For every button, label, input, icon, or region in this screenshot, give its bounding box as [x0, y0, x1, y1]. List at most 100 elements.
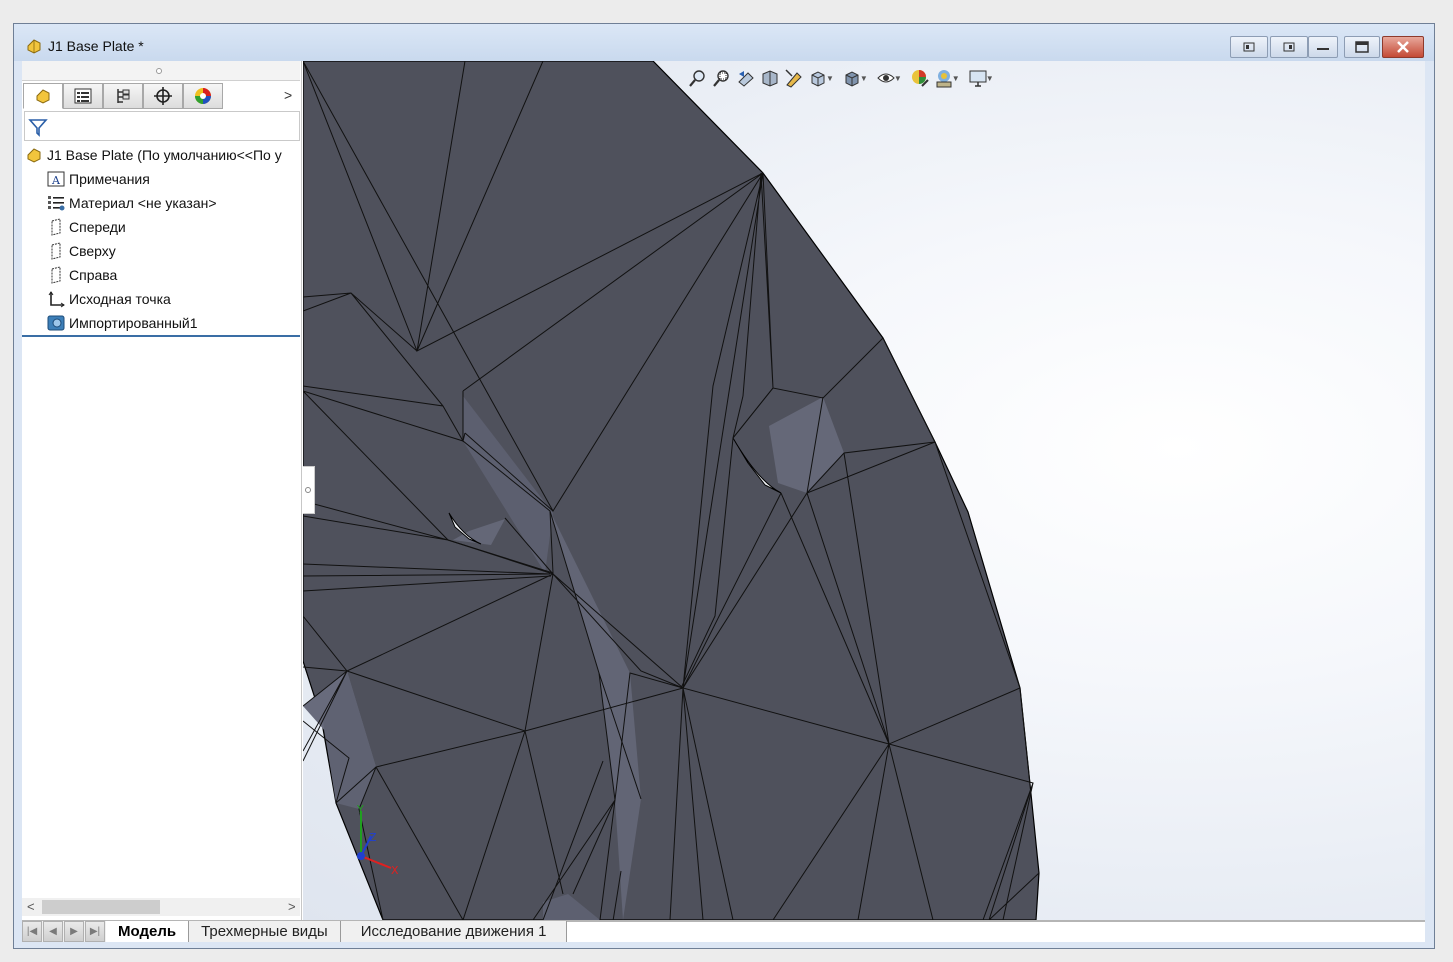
tree-item-label: Импортированный1: [69, 315, 198, 331]
title-bar[interactable]: J1 Base Plate *: [14, 24, 1434, 61]
tree-item-root-part[interactable]: J1 Base Plate (По умолчанию<<По у: [22, 143, 300, 167]
tree-item-material[interactable]: Материал <не указан>: [22, 191, 300, 215]
previous-view-button[interactable]: [734, 67, 758, 89]
imported-body-icon: [46, 314, 66, 332]
tree-item-label: Сверху: [69, 243, 116, 259]
dimxpert-manager-icon: [154, 87, 172, 105]
restore-right-button[interactable]: [1270, 36, 1308, 58]
filter-icon[interactable]: [28, 117, 48, 137]
tile-right-icon: [1283, 42, 1295, 52]
section-view-icon: [762, 70, 778, 87]
triad-x-label: X: [391, 864, 399, 877]
triad-y-label: Y: [356, 803, 364, 816]
zoom-to-fit-button[interactable]: [686, 67, 710, 89]
maximize-button[interactable]: [1344, 36, 1380, 58]
view-orientation-dropdown-icon[interactable]: ▼: [826, 74, 834, 83]
tree-item-plane-top[interactable]: Сверху: [22, 239, 300, 263]
view-settings-dropdown-icon[interactable]: ▼: [986, 74, 994, 83]
hide-show-dropdown-icon[interactable]: ▼: [894, 74, 902, 83]
mesh-model[interactable]: Y X Z: [303, 61, 1425, 920]
feature-tree: J1 Base Plate (По умолчанию<<По у A Прим…: [22, 143, 300, 335]
edit-appearance-icon: [911, 70, 929, 87]
hide-show-eye-icon: [877, 73, 895, 83]
panel-splitter-grip[interactable]: [22, 61, 300, 81]
scrollbar-thumb[interactable]: [42, 900, 160, 914]
tree-item-origin[interactable]: Исходная точка: [22, 287, 300, 311]
tab-bar-filler: [567, 921, 1425, 942]
display-style-icon: [845, 71, 859, 87]
tree-filter-box[interactable]: [24, 111, 300, 141]
panel-collapse-tab[interactable]: [303, 466, 315, 514]
previous-tab-button[interactable]: ◀: [43, 921, 63, 942]
previous-tab-icon: ◀: [49, 926, 57, 937]
tabs-scroll-right-icon[interactable]: >: [284, 87, 292, 103]
display-style-dropdown-icon[interactable]: ▼: [860, 74, 868, 83]
tree-item-label: Исходная точка: [69, 291, 171, 307]
part-document-icon: [27, 39, 41, 54]
scroll-right-icon[interactable]: >: [288, 899, 296, 914]
edit-appearance-button[interactable]: [908, 67, 932, 89]
tree-item-label: Спереди: [69, 219, 126, 235]
dynamic-annotation-icon: [785, 69, 802, 88]
application-window: J1 Base Plate * > J1 Base Plate (По умол…: [13, 23, 1435, 949]
tab-configuration-manager[interactable]: [103, 83, 143, 109]
property-manager-icon: [74, 88, 92, 104]
plane-icon: [46, 242, 66, 260]
restore-left-button[interactable]: [1230, 36, 1268, 58]
collapse-dot: [305, 487, 311, 493]
apply-scene-icon: [936, 70, 952, 88]
zoom-to-fit-icon: [689, 70, 705, 87]
tab-property-manager[interactable]: [63, 83, 103, 109]
tree-item-imported-body[interactable]: Импортированный1: [22, 311, 300, 335]
first-tab-icon: |◀: [26, 926, 38, 937]
scroll-left-icon[interactable]: <: [27, 899, 35, 914]
zoom-to-area-button[interactable]: [710, 67, 734, 89]
tab-dimxpert-manager[interactable]: [143, 83, 183, 109]
tab-feature-manager[interactable]: [23, 83, 63, 109]
feature-manager-icon: [36, 89, 50, 104]
feature-manager-panel: > J1 Base Plate (По умолчанию<<По у A Пр…: [22, 61, 302, 920]
part-icon: [24, 146, 44, 164]
plane-icon: [46, 218, 66, 236]
tree-item-plane-front[interactable]: Спереди: [22, 215, 300, 239]
manager-tabs: >: [22, 83, 300, 110]
tree-item-annotations[interactable]: A Примечания: [22, 167, 300, 191]
svg-text:A: A: [51, 174, 61, 187]
tab-motion-study-1[interactable]: Исследование движения 1: [340, 921, 568, 942]
dynamic-annotation-view-button[interactable]: [782, 67, 806, 89]
tree-item-label: Справа: [69, 267, 118, 283]
minimize-icon: [1317, 48, 1329, 50]
previous-view-icon: [738, 71, 754, 87]
tab-3d-views[interactable]: Трехмерные виды: [189, 921, 341, 942]
origin-icon: [46, 290, 66, 308]
tile-left-icon: [1243, 42, 1255, 52]
tab-model[interactable]: Модель: [106, 921, 190, 942]
next-tab-icon: ▶: [70, 926, 78, 937]
configuration-manager-icon: [117, 89, 130, 103]
graphics-viewport[interactable]: Y X Z ▼ ▼ ▼ ▼ ▼: [303, 61, 1425, 920]
section-view-button[interactable]: [758, 67, 782, 89]
monitor-icon: [969, 70, 987, 87]
close-icon: [1397, 41, 1409, 53]
mesh-body: [303, 61, 1040, 920]
first-tab-button[interactable]: |◀: [22, 921, 42, 942]
last-tab-button[interactable]: ▶|: [85, 921, 105, 942]
minimize-button[interactable]: [1308, 36, 1338, 58]
next-tab-button[interactable]: ▶: [64, 921, 84, 942]
tree-rollback-bar[interactable]: [22, 335, 300, 337]
apply-scene-dropdown-icon[interactable]: ▼: [952, 74, 960, 83]
zoom-to-area-icon: [713, 70, 729, 87]
close-button[interactable]: [1382, 36, 1424, 58]
tab-display-manager[interactable]: [183, 83, 223, 109]
maximize-icon: [1355, 41, 1369, 53]
material-icon: [46, 194, 66, 212]
triad-z-label: Z: [369, 831, 377, 844]
display-manager-icon: [195, 88, 211, 104]
tree-item-label: Материал <не указан>: [69, 195, 217, 211]
tree-item-label: Примечания: [69, 171, 150, 187]
tab-navigation-buttons: |◀ ◀ ▶ ▶|: [22, 921, 106, 942]
window-title: J1 Base Plate *: [48, 38, 144, 54]
panel-horizontal-scrollbar[interactable]: < >: [22, 898, 300, 916]
bottom-tab-bar: |◀ ◀ ▶ ▶| Модель Трехмерные виды Исследо…: [22, 920, 1425, 942]
tree-item-plane-right[interactable]: Справа: [22, 263, 300, 287]
